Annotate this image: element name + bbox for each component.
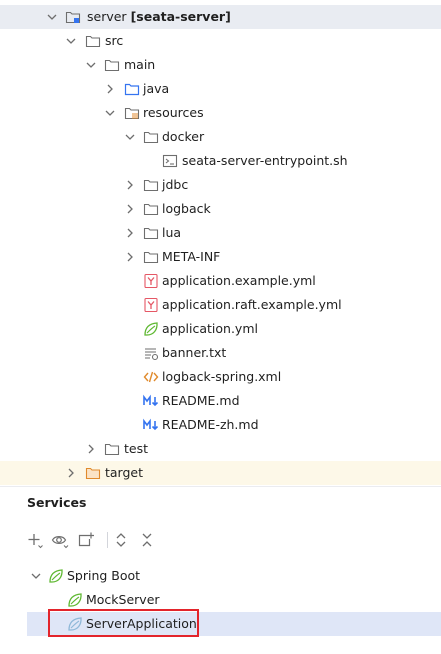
tree-row-jdbc[interactable]: jdbc <box>0 173 441 197</box>
tree-row-src[interactable]: src <box>0 29 441 53</box>
chevron-right-icon[interactable] <box>124 227 136 239</box>
spring-boot-icon <box>49 569 63 583</box>
chevron-down-icon[interactable] <box>124 131 136 143</box>
folder-label: logback <box>162 201 211 216</box>
folder-label: target <box>105 465 144 480</box>
expand-all-icon[interactable] <box>112 531 130 549</box>
tree-row-java[interactable]: java <box>0 77 441 101</box>
tree-row-target[interactable]: target <box>0 461 441 485</box>
markdown-file-icon <box>143 418 159 431</box>
tree-row-file[interactable]: application.yml <box>0 317 441 341</box>
services-title: Services <box>27 495 87 510</box>
eye-icon[interactable] <box>51 531 69 549</box>
folder-label: jdbc <box>162 177 189 192</box>
red-highlight-box <box>48 609 199 637</box>
chevron-down-icon[interactable] <box>30 570 42 582</box>
services-group-spring-boot[interactable]: Spring Boot <box>0 564 441 588</box>
folder-icon <box>143 203 159 216</box>
xml-file-icon <box>143 371 159 383</box>
folder-label: java <box>143 81 170 96</box>
folder-icon <box>85 35 101 48</box>
tree-row-file[interactable]: README.md <box>0 389 441 413</box>
file-label: logback-spring.xml <box>162 369 282 384</box>
module-folder-icon <box>65 11 81 24</box>
new-group-icon[interactable] <box>77 531 95 549</box>
folder-icon <box>143 251 159 264</box>
module-name: server <box>87 9 127 24</box>
chevron-down-icon[interactable] <box>85 59 97 71</box>
add-icon[interactable] <box>26 531 44 549</box>
service-label: MockServer <box>86 592 160 607</box>
folder-label: src <box>105 33 124 48</box>
file-label: seata-server-entrypoint.sh <box>182 153 348 168</box>
folder-icon <box>104 59 120 72</box>
spring-config-icon <box>144 322 158 336</box>
tree-row-entrypoint[interactable]: seata-server-entrypoint.sh <box>0 149 441 173</box>
services-group-label: Spring Boot <box>67 568 141 583</box>
collapse-all-icon[interactable] <box>138 531 156 549</box>
folder-label: resources <box>143 105 204 120</box>
tree-row-server[interactable]: server [seata-server] <box>0 5 441 29</box>
chevron-down-icon[interactable] <box>65 35 77 47</box>
file-label: application.raft.example.yml <box>162 297 342 312</box>
tree-row-meta-inf[interactable]: META-INF <box>0 245 441 269</box>
tree-row-resources[interactable]: resources <box>0 101 441 125</box>
folder-label: META-INF <box>162 249 221 264</box>
folder-icon <box>104 443 120 456</box>
tree-row-main[interactable]: main <box>0 53 441 77</box>
chevron-right-icon[interactable] <box>65 467 77 479</box>
file-label: banner.txt <box>162 345 227 360</box>
tree-row-file[interactable]: application.example.yml <box>0 269 441 293</box>
yaml-file-icon <box>144 273 158 289</box>
toolbar-separator <box>107 532 108 548</box>
file-label: application.example.yml <box>162 273 316 288</box>
chevron-down-icon[interactable] <box>46 11 58 23</box>
folder-icon <box>143 131 159 144</box>
chevron-right-icon[interactable] <box>104 83 116 95</box>
resources-folder-icon <box>124 107 140 120</box>
tree-row-docker[interactable]: docker <box>0 125 441 149</box>
tree-row-test[interactable]: test <box>0 437 441 461</box>
chevron-right-icon[interactable] <box>85 443 97 455</box>
folder-label: docker <box>162 129 205 144</box>
module-qualifier: [seata-server] <box>130 9 231 24</box>
file-label: README-zh.md <box>162 417 259 432</box>
text-file-icon <box>145 348 159 361</box>
chevron-down-icon[interactable] <box>104 107 116 119</box>
folder-label: main <box>124 57 156 72</box>
file-label: README.md <box>162 393 240 408</box>
folder-icon <box>143 179 159 192</box>
tree-row-file[interactable]: logback-spring.xml <box>0 365 441 389</box>
tree-row-file[interactable]: banner.txt <box>0 341 441 365</box>
shell-script-icon <box>162 154 178 168</box>
markdown-file-icon <box>143 394 159 407</box>
tree-row-file[interactable]: README-zh.md <box>0 413 441 437</box>
folder-icon <box>143 227 159 240</box>
chevron-right-icon[interactable] <box>124 203 136 215</box>
file-label: application.yml <box>162 321 258 336</box>
chevron-right-icon[interactable] <box>124 179 136 191</box>
chevron-right-icon[interactable] <box>124 251 136 263</box>
panel-divider[interactable] <box>0 486 441 487</box>
spring-boot-app-icon <box>68 593 82 607</box>
folder-label: test <box>124 441 149 456</box>
tree-row-logback[interactable]: logback <box>0 197 441 221</box>
source-folder-icon <box>124 83 140 96</box>
tree-row-file[interactable]: application.raft.example.yml <box>0 293 441 317</box>
excluded-folder-icon <box>85 467 101 480</box>
yaml-file-icon <box>144 297 158 313</box>
tree-row-lua[interactable]: lua <box>0 221 441 245</box>
folder-label: lua <box>162 225 182 240</box>
